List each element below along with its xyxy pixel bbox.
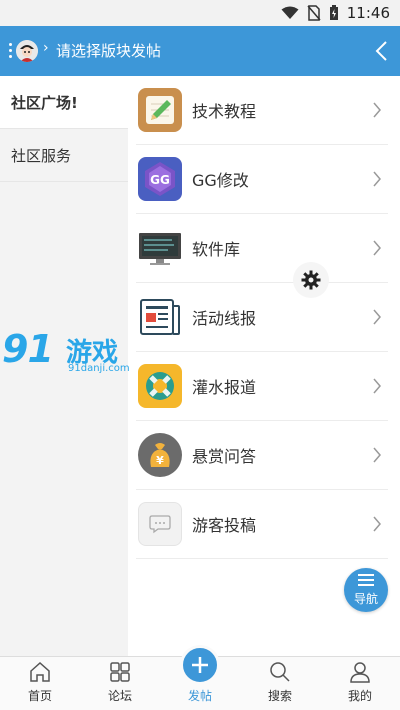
svg-text:¥: ¥ <box>156 454 164 467</box>
forum-label: 软件库 <box>192 240 241 259</box>
no-sim-icon <box>307 5 321 21</box>
chevron-right-icon <box>373 102 381 118</box>
tab-label: 搜索 <box>267 689 292 703</box>
post-button[interactable] <box>180 645 220 685</box>
forum-label: 活动线报 <box>192 309 257 328</box>
sidebar-item-community-service[interactable]: 社区服务 <box>0 129 128 182</box>
back-chevron-icon[interactable] <box>374 38 390 64</box>
grid-icon <box>110 662 130 682</box>
forum-item-activity-news[interactable]: 活动线报 <box>136 283 388 352</box>
header-bar: › 请选择版块发帖 <box>0 26 400 76</box>
status-bar: 11:46 <box>0 0 400 26</box>
newspaper-icon <box>138 295 182 339</box>
svg-text:GG: GG <box>150 173 170 187</box>
category-sidebar: 社区广场! 社区服务 <box>0 76 128 656</box>
forum-item-software-library[interactable]: 软件库 <box>136 214 388 283</box>
forum-list: 技术教程 GG GG修改 软件库 活动线报 灌水报道 ¥ 悬赏问答 游客投稿 <box>136 76 388 559</box>
menu-dots-icon[interactable] <box>9 43 13 59</box>
lifebuoy-icon <box>138 364 182 408</box>
tab-forum[interactable]: 论坛 <box>80 657 160 710</box>
forum-label: GG修改 <box>192 171 249 190</box>
chevron-right-icon <box>373 171 381 187</box>
forum-label: 悬赏问答 <box>192 447 257 466</box>
tab-label: 论坛 <box>107 689 132 703</box>
chevron-right-icon <box>373 240 381 256</box>
hamburger-icon <box>358 573 374 589</box>
avatar[interactable] <box>16 40 38 62</box>
page-title: 请选择版块发帖 <box>56 42 162 60</box>
forum-item-guest-submission[interactable]: 游客投稿 <box>136 490 388 559</box>
forum-item-gg-modify[interactable]: GG GG修改 <box>136 145 388 214</box>
forum-label: 技术教程 <box>192 102 257 121</box>
forum-item-bounty-qa[interactable]: ¥ 悬赏问答 <box>136 421 388 490</box>
plus-icon <box>192 657 208 673</box>
sidebar-item-label: 社区广场! <box>11 93 78 112</box>
wifi-icon <box>281 6 299 19</box>
chevron-right-icon <box>373 447 381 463</box>
forum-item-chat[interactable]: 灌水报道 <box>136 352 388 421</box>
money-bag-icon: ¥ <box>138 433 182 477</box>
tab-label: 首页 <box>27 689 52 703</box>
tab-label: 发帖 <box>187 689 212 703</box>
navigation-button[interactable]: 导航 <box>344 568 388 612</box>
sidebar-item-community-square[interactable]: 社区广场! <box>0 76 128 129</box>
battery-charging-icon <box>329 5 338 20</box>
chevron-right-icon <box>373 516 381 532</box>
chevron-right-icon <box>373 378 381 394</box>
tab-label: 我的 <box>347 689 372 703</box>
forum-label: 灌水报道 <box>192 378 257 397</box>
sidebar-item-label: 社区服务 <box>11 146 72 165</box>
tab-home[interactable]: 首页 <box>0 657 80 710</box>
user-icon <box>350 662 370 683</box>
clock: 11:46 <box>346 4 390 22</box>
breadcrumb-separator: › <box>43 40 49 56</box>
chat-bubble-icon <box>138 502 182 546</box>
forum-label: 游客投稿 <box>192 516 257 535</box>
search-icon <box>270 662 290 682</box>
gg-logo-icon: GG <box>138 157 182 201</box>
gear-icon <box>301 270 321 290</box>
pencil-notepad-icon <box>138 88 182 132</box>
bottom-tab-bar: 首页 论坛 发帖 搜索 我的 <box>0 645 400 710</box>
tab-me[interactable]: 我的 <box>320 657 400 710</box>
navigation-label: 导航 <box>353 591 378 606</box>
monitor-icon <box>138 226 182 270</box>
chevron-right-icon <box>373 309 381 325</box>
tab-post[interactable]: 发帖 <box>160 645 240 710</box>
tab-search[interactable]: 搜索 <box>240 657 320 710</box>
forum-item-tutorials[interactable]: 技术教程 <box>136 76 388 145</box>
settings-floating-button[interactable] <box>293 262 329 298</box>
home-icon <box>30 661 50 682</box>
